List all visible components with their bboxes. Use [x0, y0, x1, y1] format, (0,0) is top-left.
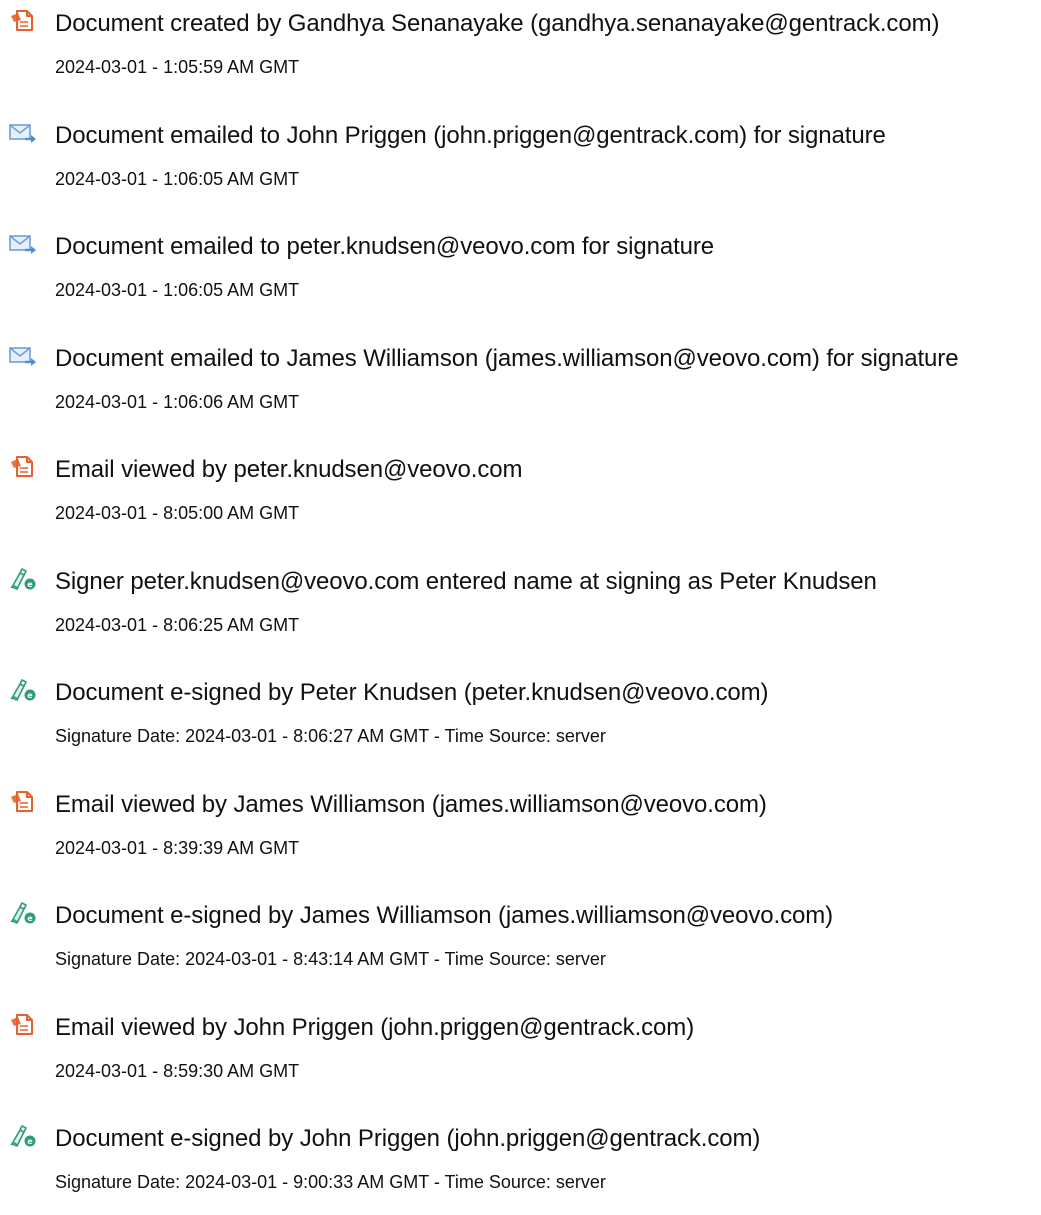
email-sent-icon [9, 235, 36, 254]
audit-event: Document emailed to James Williamson (ja… [0, 335, 1041, 435]
event-description: Document emailed to James Williamson (ja… [55, 345, 959, 372]
event-timestamp: 2024-03-01 - 8:05:00 AM GMT [55, 503, 300, 523]
audit-event: Email viewed by peter.knudsen@veovo.com … [0, 446, 1041, 546]
audit-event: Email viewed by John Priggen (john.prigg… [0, 1004, 1041, 1104]
event-timestamp: 2024-03-01 - 1:06:06 AM GMT [55, 392, 300, 412]
event-description: Document created by Gandhya Senanayake (… [55, 10, 940, 37]
audit-event: Document emailed to John Priggen (john.p… [0, 112, 1041, 212]
svg-text:e: e [27, 691, 33, 700]
email-sent-icon [9, 347, 36, 366]
event-description: Document emailed to peter.knudsen@veovo.… [55, 233, 715, 260]
event-description: Email viewed by peter.knudsen@veovo.com [55, 456, 523, 483]
esign-pen-icon: e [10, 902, 36, 924]
event-timestamp: 2024-03-01 - 1:06:05 AM GMT [55, 169, 300, 189]
event-timestamp: Signature Date: 2024-03-01 - 8:43:14 AM … [55, 949, 606, 969]
event-timestamp: 2024-03-01 - 1:06:05 AM GMT [55, 280, 300, 300]
audit-event: e Document e-signed by James Williamson … [0, 892, 1041, 992]
svg-text:e: e [27, 580, 33, 589]
document-icon [11, 456, 33, 477]
audit-event: e Document e-signed by Peter Knudsen (pe… [0, 669, 1041, 769]
event-description: Signer peter.knudsen@veovo.com entered n… [55, 568, 877, 595]
event-description: Document e-signed by John Priggen (john.… [55, 1125, 761, 1152]
event-timestamp: 2024-03-01 - 8:59:30 AM GMT [55, 1061, 300, 1081]
esign-pen-icon: e [10, 1125, 36, 1147]
audit-event: e Document e-signed by John Priggen (joh… [0, 1115, 1041, 1215]
event-timestamp: 2024-03-01 - 1:05:59 AM GMT [55, 57, 300, 77]
event-timestamp: Signature Date: 2024-03-01 - 9:00:33 AM … [55, 1172, 606, 1192]
document-icon [11, 1014, 33, 1035]
event-description: Email viewed by James Williamson (james.… [55, 791, 767, 818]
audit-event: Document emailed to peter.knudsen@veovo.… [0, 223, 1041, 323]
document-icon [11, 10, 33, 31]
event-timestamp: 2024-03-01 - 8:06:25 AM GMT [55, 615, 300, 635]
event-description: Document e-signed by Peter Knudsen (pete… [55, 679, 769, 706]
event-description: Document e-signed by James Williamson (j… [55, 902, 834, 929]
event-description: Email viewed by John Priggen (john.prigg… [55, 1014, 695, 1041]
email-sent-icon [9, 124, 36, 143]
svg-text:e: e [27, 1137, 33, 1146]
event-timestamp: Signature Date: 2024-03-01 - 8:06:27 AM … [55, 726, 606, 746]
esign-pen-icon: e [10, 568, 36, 590]
event-description: Document emailed to John Priggen (john.p… [55, 122, 886, 149]
document-icon [11, 791, 33, 812]
audit-event: Document created by Gandhya Senanayake (… [0, 0, 1041, 100]
svg-text:e: e [27, 914, 33, 923]
audit-event: e Signer peter.knudsen@veovo.com entered… [0, 558, 1041, 658]
audit-event: Email viewed by James Williamson (james.… [0, 781, 1041, 881]
esign-pen-icon: e [10, 679, 36, 701]
event-timestamp: 2024-03-01 - 8:39:39 AM GMT [55, 838, 300, 858]
